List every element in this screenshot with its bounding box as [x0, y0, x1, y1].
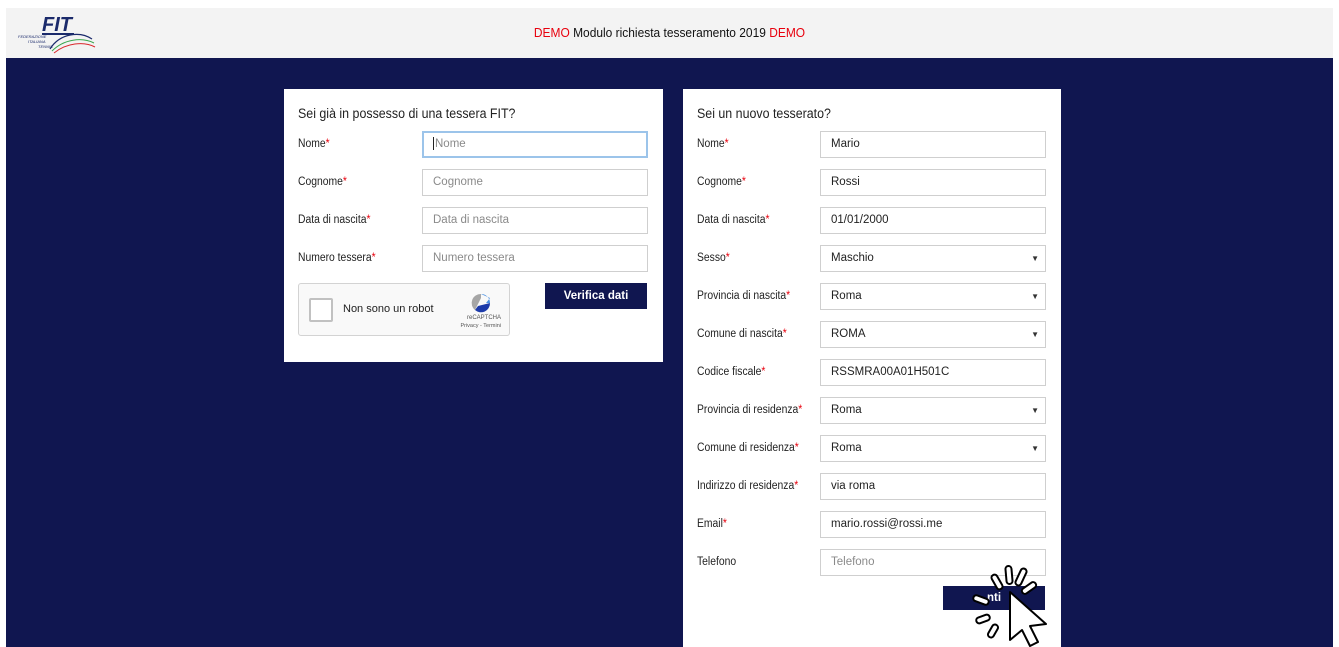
field-row-indirizzo-di-residenza: Indirizzo di residenza* via roma: [683, 473, 1061, 500]
field-label: Cognome*: [298, 176, 347, 188]
existing-member-title: Sei già in possesso di una tessera FIT?: [298, 106, 516, 121]
sesso-select[interactable]: Maschio ▼: [820, 245, 1046, 272]
indirizzo-di-residenza-input[interactable]: via roma: [820, 473, 1046, 500]
field-label: Nome*: [298, 138, 330, 150]
page: FIT FEDERAZIONE ITALIANA TENNIS DEMO Mod…: [0, 0, 1339, 647]
codice-fiscale-input[interactable]: RSSMRA00A01H501C: [820, 359, 1046, 386]
recaptcha-icon: [471, 293, 491, 313]
field-label: Provincia di residenza*: [697, 404, 803, 416]
field-row-numero-tessera: Numero tessera* Numero tessera: [284, 245, 663, 272]
field-row-telefono: Telefono Telefono: [683, 549, 1061, 576]
recaptcha-widget: Non sono un robot reCAPTCHA Privacy - Te…: [298, 283, 510, 336]
field-label: Sesso*: [697, 252, 730, 264]
new-member-title: Sei un nuovo tesserato?: [697, 106, 831, 121]
email-input[interactable]: mario.rossi@rossi.me: [820, 511, 1046, 538]
field-row-nome: Nome* Mario: [683, 131, 1061, 158]
required-mark: *: [794, 480, 799, 492]
field-label: Numero tessera*: [298, 252, 376, 264]
nome-input[interactable]: Nome: [422, 131, 648, 158]
field-label: Codice fiscale*: [697, 366, 766, 378]
chevron-down-icon: ▼: [1031, 444, 1039, 453]
required-mark: *: [342, 176, 347, 188]
required-mark: *: [786, 290, 791, 302]
verify-data-button[interactable]: Verifica dati: [545, 283, 647, 309]
field-row-provincia-di-nascita: Provincia di nascita* Roma ▼: [683, 283, 1061, 310]
field-label: Data di nascita*: [298, 214, 371, 226]
field-label: Telefono: [697, 556, 737, 568]
demo-label-left: DEMO: [533, 25, 570, 40]
required-mark: *: [366, 214, 371, 226]
chevron-down-icon: ▼: [1031, 330, 1039, 339]
field-label: Email*: [697, 518, 727, 530]
field-row-data-nascita: Data di nascita* Data di nascita: [284, 207, 663, 234]
required-mark: *: [724, 138, 729, 150]
telefono-input[interactable]: Telefono: [820, 549, 1046, 576]
field-row-cognome: Cognome* Cognome: [284, 169, 663, 196]
chevron-down-icon: ▼: [1031, 292, 1039, 301]
field-row-comune-di-nascita: Comune di nascita* ROMA ▼: [683, 321, 1061, 348]
provincia-di-residenza-select[interactable]: Roma ▼: [820, 397, 1046, 424]
existing-member-card: Sei già in possesso di una tessera FIT? …: [284, 89, 663, 362]
required-mark: *: [794, 442, 799, 454]
field-row-provincia-di-residenza: Provincia di residenza* Roma ▼: [683, 397, 1061, 424]
page-header: FIT FEDERAZIONE ITALIANA TENNIS DEMO Mod…: [6, 8, 1333, 58]
field-label: Data di nascita*: [697, 214, 770, 226]
comune-di-residenza-select[interactable]: Roma ▼: [820, 435, 1046, 462]
chevron-down-icon: ▼: [1031, 406, 1039, 415]
page-title: DEMO Modulo richiesta tesseramento 2019 …: [59, 25, 1280, 40]
recaptcha-brand: reCAPTCHA: [466, 315, 501, 321]
new-member-card: Sei un nuovo tesserato? Nome* Mario Cognom…: [683, 89, 1061, 647]
field-row-email: Email* mario.rossi@rossi.me: [683, 511, 1061, 538]
field-label: Comune di residenza*: [697, 442, 799, 454]
recaptcha-label: Non sono un robot: [343, 303, 434, 315]
nome-input[interactable]: Mario: [820, 131, 1046, 158]
cognome-input[interactable]: Rossi: [820, 169, 1046, 196]
required-mark: *: [371, 252, 376, 264]
text-caret: [433, 137, 434, 151]
field-label: Provincia di nascita*: [697, 290, 791, 302]
field-label: Cognome*: [697, 176, 746, 188]
comune-di-nascita-select[interactable]: ROMA ▼: [820, 321, 1046, 348]
field-label: Indirizzo di residenza*: [697, 480, 799, 492]
data-nascita-input[interactable]: Data di nascita: [422, 207, 648, 234]
field-row-comune-di-residenza: Comune di residenza* Roma ▼: [683, 435, 1061, 462]
required-mark: *: [798, 404, 803, 416]
field-row-cognome: Cognome* Rossi: [683, 169, 1061, 196]
field-label: Comune di nascita*: [697, 328, 787, 340]
required-mark: *: [725, 252, 730, 264]
data-di-nascita-input[interactable]: 01/01/2000: [820, 207, 1046, 234]
field-label: Nome*: [697, 138, 729, 150]
cognome-input[interactable]: Cognome: [422, 169, 648, 196]
field-row-data-di-nascita: Data di nascita* 01/01/2000: [683, 207, 1061, 234]
title-text: Modulo richiesta tesseramento 2019: [569, 25, 770, 40]
required-mark: *: [761, 366, 766, 378]
numero-tessera-input[interactable]: Numero tessera: [422, 245, 648, 272]
required-mark: *: [765, 214, 770, 226]
provincia-di-nascita-select[interactable]: Roma ▼: [820, 283, 1046, 310]
submit-button[interactable]: nti: [943, 586, 1045, 610]
required-mark: *: [325, 138, 330, 150]
field-row-nome: Nome* Nome: [284, 131, 663, 158]
recaptcha-terms-link[interactable]: Privacy - Termini: [460, 323, 501, 329]
field-row-sesso: Sesso* Maschio ▼: [683, 245, 1061, 272]
required-mark: *: [741, 176, 746, 188]
main-area: Sei già in possesso di una tessera FIT? …: [6, 58, 1333, 647]
required-mark: *: [722, 518, 727, 530]
recaptcha-checkbox[interactable]: [309, 298, 333, 322]
chevron-down-icon: ▼: [1031, 254, 1039, 263]
demo-label-right: DEMO: [769, 25, 806, 40]
field-row-codice-fiscale: Codice fiscale* RSSMRA00A01H501C: [683, 359, 1061, 386]
required-mark: *: [782, 328, 787, 340]
